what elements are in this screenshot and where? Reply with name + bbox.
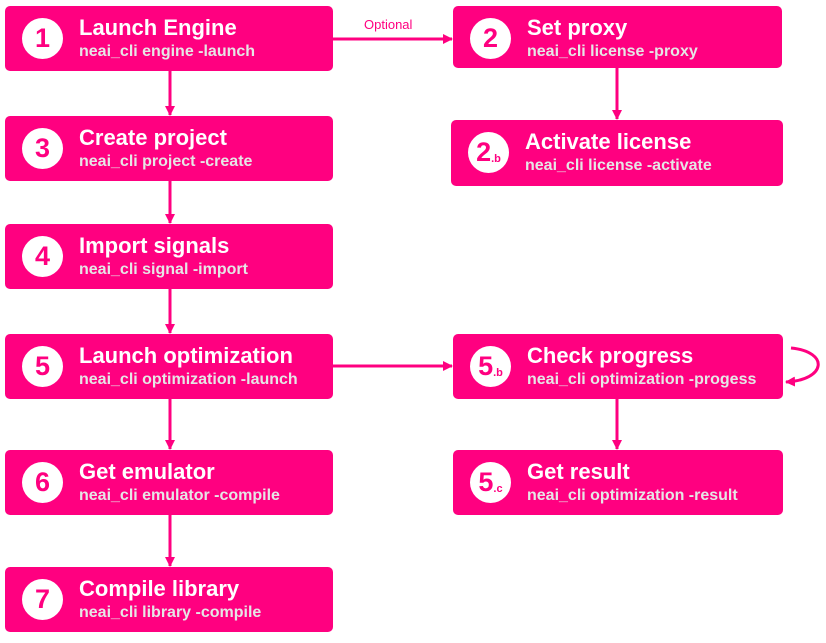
step-number: 6 <box>34 467 51 497</box>
step-number: 2 <box>476 137 492 167</box>
step-number-badge: 2 <box>470 18 511 59</box>
step-5: 5 Launch optimization neai_cli optimizatio… <box>5 334 333 399</box>
step-5c: 5 .c Get result neai_cli optimization -resu… <box>453 450 783 515</box>
step-command: neai_cli signal -import <box>79 261 248 278</box>
step-sub-number: .b <box>491 152 501 165</box>
step-number: 2 <box>482 23 499 53</box>
step-title: Check progress <box>527 343 694 368</box>
step-sub-number: .c <box>493 482 503 495</box>
step-number: 5 <box>34 351 51 381</box>
step-command: neai_cli optimization -result <box>527 487 738 504</box>
step-number: 5 <box>478 351 494 381</box>
step-command: neai_cli emulator -compile <box>79 487 280 504</box>
step-title: Compile library <box>79 576 240 601</box>
step-1: 1 Launch Engine neai_cli engine -launch <box>5 6 333 71</box>
step-6: 6 Get emulator neai_cli emulator -compile <box>5 450 333 515</box>
step-4: 4 Import signals neai_cli signal -import <box>5 224 333 289</box>
step-command: neai_cli license -proxy <box>527 43 698 60</box>
step-title: Import signals <box>79 233 230 258</box>
step-number-badge: 3 <box>22 128 63 169</box>
step-command: neai_cli optimization -progess <box>527 371 757 388</box>
step-number: 7 <box>34 584 51 614</box>
step-number-badge: 7 <box>22 579 63 620</box>
step-number-badge: 5 <box>22 346 63 387</box>
step-number-badge: 4 <box>22 236 63 277</box>
step-title: Launch Engine <box>79 15 237 40</box>
step-command: neai_cli optimization -launch <box>79 371 298 388</box>
step-number: 5 <box>478 467 494 497</box>
step-title: Set proxy <box>527 15 628 40</box>
edge-label-optional: Optional <box>364 17 413 32</box>
step-sub-number: .b <box>493 366 503 379</box>
step-number-badge: 2 .b <box>468 132 509 173</box>
step-title: Create project <box>79 125 227 150</box>
step-title: Get result <box>527 459 630 484</box>
step-title: Get emulator <box>79 459 215 484</box>
step-2: 2 Set proxy neai_cli license -proxy <box>453 6 782 68</box>
connectors <box>165 34 820 567</box>
step-7: 7 Compile library neai_cli library -compil… <box>5 567 333 632</box>
step-5b: 5 .b Check progress neai_cli optimization -… <box>453 334 783 399</box>
step-number: 4 <box>34 241 51 271</box>
step-number-badge: 5 .b <box>470 346 511 387</box>
step-title: Activate license <box>525 129 692 154</box>
step-command: neai_cli project -create <box>79 153 253 170</box>
step-number: 3 <box>34 133 51 163</box>
step-3: 3 Create project neai_cli project -create <box>5 116 333 181</box>
step-2b: 2 .b Activate license neai_cli license -act… <box>451 120 783 186</box>
loop-arrow-5b <box>785 346 820 387</box>
step-number-badge: 6 <box>22 462 63 503</box>
step-number-badge: 5 .c <box>470 462 511 503</box>
step-command: neai_cli license -activate <box>525 157 712 174</box>
step-title: Launch optimization <box>79 343 293 368</box>
step-command: neai_cli library -compile <box>79 604 262 621</box>
step-command: neai_cli engine -launch <box>79 43 256 60</box>
step-number: 1 <box>34 23 51 53</box>
step-number-badge: 1 <box>22 18 63 59</box>
